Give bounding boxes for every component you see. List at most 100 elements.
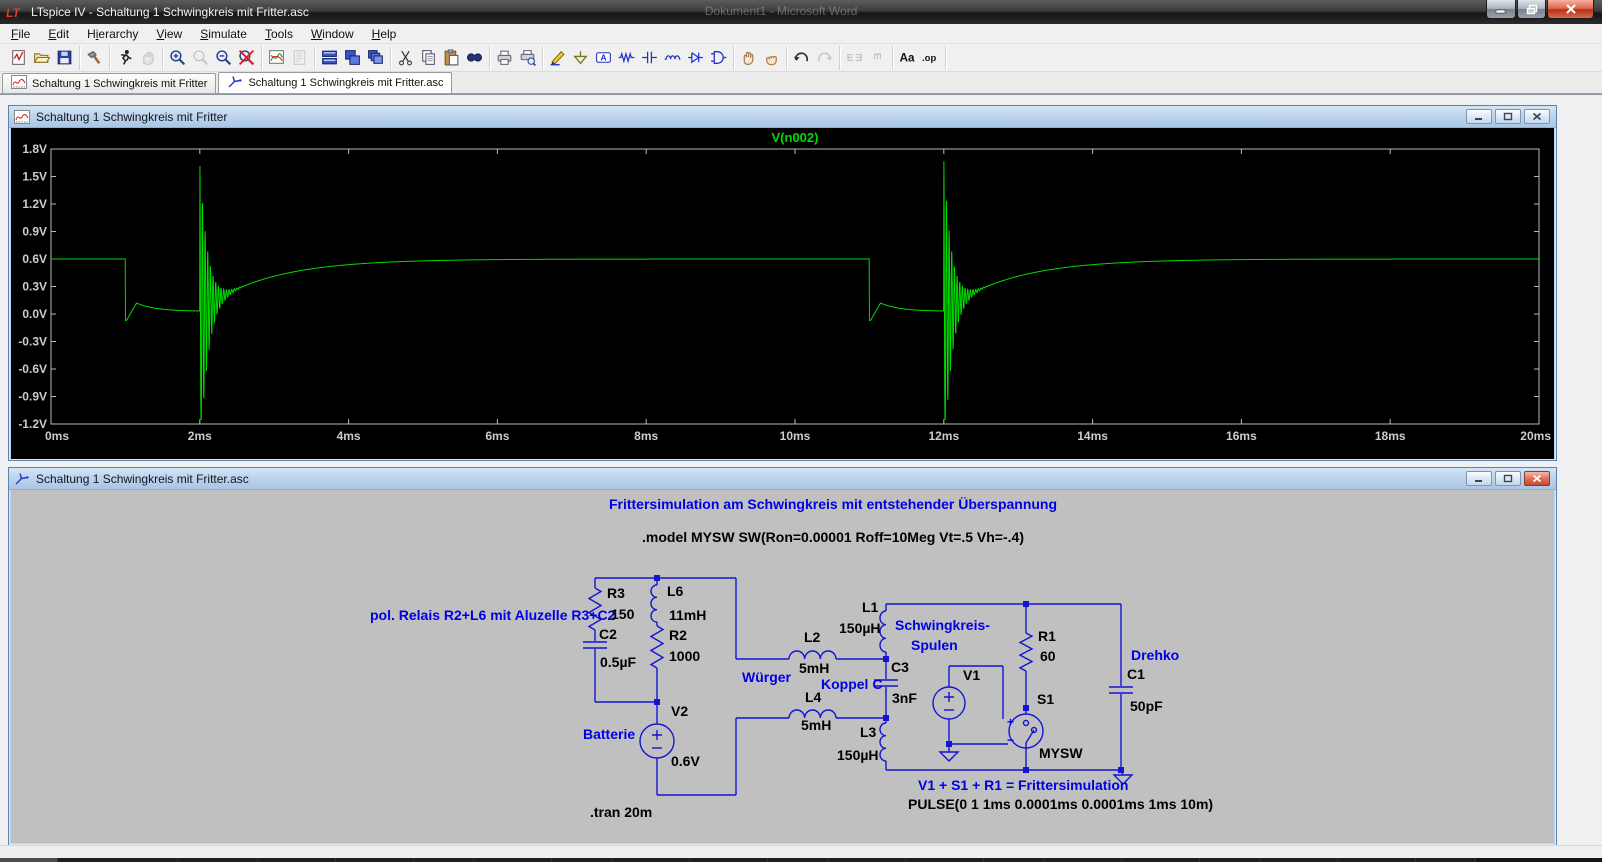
toolbar-control-panel-button[interactable] [83, 46, 106, 69]
toolbar-new-schematic-button[interactable] [7, 46, 30, 69]
toolbar-save-button[interactable] [53, 46, 76, 69]
svg-text:.op: .op [922, 53, 936, 64]
taskbar-window-sliver[interactable] [1200, 858, 1260, 862]
schematic-window[interactable]: Schaltung 1 Schwingkreis mit Fritter.asc… [8, 467, 1557, 845]
taskbar-window-sliver[interactable] [474, 858, 552, 862]
taskbar-window-sliver[interactable] [1338, 858, 1416, 862]
menu-item-help[interactable]: Help [363, 25, 406, 43]
schematic-restore-button[interactable] [1495, 471, 1521, 486]
minimize-button[interactable] [1486, 0, 1516, 19]
waveform-close-button[interactable] [1524, 109, 1550, 124]
schematic-canvas[interactable]: Frittersimulation am Schwingkreis mit en… [11, 490, 1554, 843]
waveform-restore-button[interactable] [1495, 109, 1521, 124]
component-C1[interactable] [1109, 687, 1133, 693]
main-titlebar[interactable]: LT LTspice IV - Schaltung 1 Schwingkreis… [0, 0, 1602, 24]
toolbar-find-button[interactable] [463, 46, 486, 69]
schematic-minimize-button[interactable] [1466, 471, 1492, 486]
component-L1[interactable] [880, 611, 886, 652]
menu-item-simulate[interactable]: Simulate [191, 25, 256, 43]
toolbar-redo-button[interactable] [813, 46, 836, 69]
toolbar-label-net-button[interactable]: A [592, 46, 615, 69]
taskbar-window-sliver[interactable] [178, 858, 258, 862]
taskbar-window-sliver[interactable] [0, 858, 58, 862]
component-L3[interactable] [880, 723, 886, 761]
toolbar-cut-button[interactable] [394, 46, 417, 69]
component-L6[interactable] [651, 585, 657, 622]
schematic-close-button[interactable] [1524, 471, 1550, 486]
taskbar-window-sliver[interactable] [984, 858, 1044, 862]
taskbar-window-sliver[interactable] [1122, 858, 1200, 862]
toolbar-move-button[interactable] [737, 46, 760, 69]
toolbar-tile-horizontal-button[interactable] [318, 46, 341, 69]
tab-schematic[interactable]: Schaltung 1 Schwingkreis mit Fritter.asc [218, 72, 452, 93]
toolbar-text-button[interactable]: Aa [896, 46, 919, 69]
menu-item-view[interactable]: View [147, 25, 191, 43]
toolbar-inductor-button[interactable] [661, 46, 684, 69]
component-R2[interactable] [651, 626, 663, 668]
toolbar-wire-button[interactable] [546, 46, 569, 69]
taskbar-window-sliver[interactable] [58, 858, 178, 862]
taskbar-window-sliver[interactable] [336, 858, 414, 862]
menu-item-file[interactable]: File [2, 25, 39, 43]
taskbar-window-sliver[interactable] [552, 858, 612, 862]
tab-waveform[interactable]: Schaltung 1 Schwingkreis mit Fritter [2, 73, 216, 93]
menu-item-tools[interactable]: Tools [256, 25, 302, 43]
toolbar-open-button[interactable] [30, 46, 53, 69]
taskbar-window-sliver[interactable] [1260, 858, 1338, 862]
waveform-window-titlebar[interactable]: Schaltung 1 Schwingkreis mit Fritter [9, 106, 1556, 128]
toolbar-view-waveform-button[interactable] [265, 46, 288, 69]
toolbar-spice-directive-button[interactable]: .op [919, 46, 942, 69]
toolbar-resistor-button[interactable] [615, 46, 638, 69]
component-S1[interactable] [1009, 714, 1043, 748]
waveform-minimize-button[interactable] [1466, 109, 1492, 124]
toolbar-halt-button[interactable] [136, 46, 159, 69]
toolbar-undo-button[interactable] [790, 46, 813, 69]
component-R1[interactable] [1020, 633, 1032, 671]
toolbar-tile-vertical-button[interactable] [341, 46, 364, 69]
taskbar-window-sliver[interactable] [612, 858, 690, 862]
toolbar-rotate-button[interactable]: E [866, 46, 889, 69]
toolbar-zoom-out-button[interactable] [212, 46, 235, 69]
taskbar-window-sliver[interactable] [906, 858, 984, 862]
restore-button[interactable] [1517, 0, 1546, 19]
menu-item-edit[interactable]: Edit [39, 25, 78, 43]
waveform-plot-area[interactable]: 0ms2ms4ms6ms8ms10ms12ms14ms16ms18ms20ms1… [11, 128, 1554, 459]
taskbar-window-sliver[interactable] [690, 858, 768, 862]
trace-label[interactable]: V(n002) [772, 130, 819, 145]
toolbar-zoom-full-extents-button[interactable] [235, 46, 258, 69]
taskbar-window-sliver[interactable] [1044, 858, 1122, 862]
waveform-window[interactable]: Schaltung 1 Schwingkreis mit Fritter 0ms… [8, 105, 1557, 461]
toolbar-print-preview-button[interactable] [516, 46, 539, 69]
taskbar-window-sliver[interactable] [828, 858, 906, 862]
component-L2[interactable] [789, 651, 836, 659]
taskbar-window-sliver[interactable] [258, 858, 336, 862]
component-V2[interactable] [640, 724, 674, 758]
menu-item-hierarchy[interactable]: Hierarchy [78, 25, 147, 43]
taskbar-window-sliver[interactable] [1416, 858, 1476, 862]
close-button[interactable] [1547, 0, 1594, 19]
toolbar-view-netlist-button[interactable] [288, 46, 311, 69]
taskbar-window-sliver[interactable] [414, 858, 474, 862]
toolbar-zoom-in-button[interactable] [166, 46, 189, 69]
toolbar-zoom-back-button[interactable] [189, 46, 212, 69]
toolbar-cascade-windows-button[interactable] [364, 46, 387, 69]
component-C2[interactable] [583, 642, 607, 648]
toolbar-component-button[interactable] [707, 46, 730, 69]
toolbar-capacitor-button[interactable] [638, 46, 661, 69]
schematic-drawing[interactable]: Frittersimulation am Schwingkreis mit en… [11, 490, 1552, 843]
toolbar-print-button[interactable] [493, 46, 516, 69]
taskbar-window-sliver[interactable] [768, 858, 828, 862]
toolbar-drag-button[interactable] [760, 46, 783, 69]
component-V1[interactable] [933, 687, 965, 719]
toolbar-paste-button[interactable] [440, 46, 463, 69]
menu-item-window[interactable]: Window [302, 25, 363, 43]
toolbar-run-button[interactable] [113, 46, 136, 69]
toolbar-copy-button[interactable] [417, 46, 440, 69]
schematic-window-titlebar[interactable]: Schaltung 1 Schwingkreis mit Fritter.asc [9, 468, 1556, 490]
waveform-plot[interactable]: 0ms2ms4ms6ms8ms10ms12ms14ms16ms18ms20ms1… [11, 128, 1552, 459]
toolbar-ground-button[interactable] [569, 46, 592, 69]
resistor-icon [617, 48, 636, 67]
taskbar-strip[interactable] [0, 858, 1602, 862]
toolbar-mirror-button[interactable]: EE [843, 46, 866, 69]
toolbar-diode-button[interactable] [684, 46, 707, 69]
